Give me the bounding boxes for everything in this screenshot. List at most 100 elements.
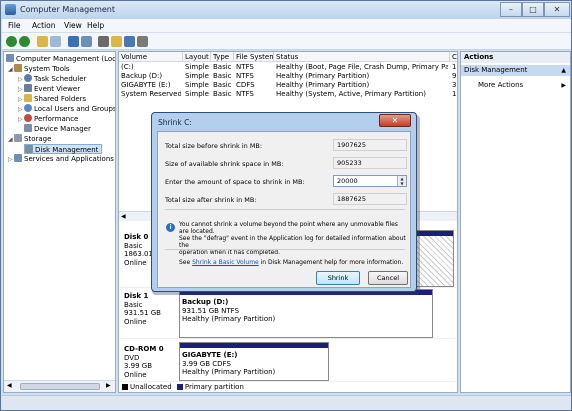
help-icon[interactable] [68,36,79,47]
actions-header: Actions [461,52,570,63]
performance-icon [24,114,32,122]
partition-fs: 3.99 GB CDFS [182,359,231,368]
tree-item-services[interactable]: ▷ Services and Applications [8,154,114,164]
partition-status: Healthy (Primary Partition) [182,368,276,376]
column-capacity[interactable]: C [450,52,457,62]
volume-capacity: 93 [452,72,457,80]
title-bar[interactable]: Computer Management – □ ✕ [1,1,571,19]
help-link[interactable]: Shrink a Basic Volume [192,259,259,266]
scroll-thumb[interactable] [20,383,100,390]
disk-management-icon [25,145,33,153]
partition-status: Healthy (Primary Partition) [182,315,276,323]
cancel-button[interactable]: Cancel [368,271,408,285]
cdrom-0-row[interactable]: CD-ROM 0 DVD 3.99 GB Online GIGABYTE (E:… [120,342,456,382]
info-line: operation when it has completed. [179,249,281,256]
disk-1-status: Online [124,317,147,326]
available-space-value: 905233 [333,157,407,169]
open-icon[interactable] [111,36,122,47]
dialog-close-button[interactable]: ✕ [379,114,411,127]
volume-row[interactable]: GIGABYTE (E:) Simple Basic CDFS Healthy … [119,81,457,90]
tree-item-storage[interactable]: ◢ Storage [8,134,51,144]
scroll-left-icon[interactable]: ◀ [7,382,12,389]
volume-layout: Simple [185,90,209,98]
tree-item-task-scheduler[interactable]: ▷ Task Scheduler [18,74,86,84]
back-icon[interactable] [6,36,17,47]
shrink-button[interactable]: Shrink [316,271,360,285]
disk-1-label: Disk 1 Basic 931.51 GB Online [124,292,178,326]
volume-row[interactable]: (C:) Simple Basic NTFS Healthy (Boot, Pa… [119,63,457,72]
shrink-dialog: Shrink C: ✕ Total size before shrink in … [151,112,417,292]
users-icon [24,104,32,112]
volume-fs: CDFS [236,81,255,89]
disk-icon[interactable] [98,36,109,47]
rescan-icon[interactable] [124,36,135,47]
actions-pane: Actions Disk Management ▲ More Actions ▶ [460,51,571,393]
column-layout[interactable]: Layout [183,52,211,62]
tree-item-system-tools[interactable]: ◢ System Tools [8,64,70,74]
tree-item-root[interactable]: Computer Management (Local [6,54,115,64]
menu-file[interactable]: File [8,21,21,30]
volume-name: Backup (D:) [121,72,163,80]
actions-selected-label: Disk Management [464,66,528,74]
size-after-label: Total size after shrink in MB: [165,196,257,204]
gigabyte-e-partition[interactable]: GIGABYTE (E:) 3.99 GB CDFS Healthy (Prim… [179,342,329,381]
tree-item-disk-management[interactable]: Disk Management [24,144,103,154]
volume-status: Healthy (Boot, Page File, Crash Dump, Pr… [276,63,448,71]
scroll-left-icon[interactable]: ◀ [121,213,126,220]
maximize-button[interactable]: □ [522,2,544,17]
size-before-label: Total size before shrink in MB: [165,142,263,150]
cdrom-0-label: CD-ROM 0 DVD 3.99 GB Online [124,345,178,379]
tree-item-performance[interactable]: ▷ Performance [18,114,78,124]
cdrom-0-name: CD-ROM 0 [124,345,164,353]
tree-item-device-manager[interactable]: Device Manager [24,124,91,134]
scroll-right-icon[interactable]: ▶ [106,382,111,389]
forward-icon[interactable] [19,36,30,47]
status-bar [2,395,571,410]
close-button[interactable]: ✕ [544,2,570,17]
disk-1-size: 931.51 GB [124,309,161,317]
volume-row[interactable]: Backup (D:) Simple Basic NTFS Healthy (P… [119,72,457,81]
volume-fs: NTFS [236,63,254,71]
volume-status: Healthy (Primary Partition) [276,81,370,89]
column-status[interactable]: Status [274,52,450,62]
help-prefix: See [179,259,193,266]
volume-layout: Simple [185,63,209,71]
minimize-button[interactable]: – [500,2,522,17]
volume-layout: Simple [185,81,209,89]
info-icon: i [166,223,175,232]
disk-1-row[interactable]: Disk 1 Basic 931.51 GB Online Backup (D:… [120,289,456,339]
show-hide-tree-icon[interactable] [50,36,61,47]
spinner-icon[interactable]: ▲ ▼ [397,176,406,186]
computer-management-icon [5,4,16,15]
shrink-amount-input[interactable]: 20000 ▲ ▼ [333,175,407,187]
tree-item-shared-folders[interactable]: ▷ Shared Folders [18,94,86,104]
info-message: You cannot shrink a volume beyond the po… [179,221,409,256]
partition-name: Backup (D:) [182,298,229,306]
volume-row[interactable]: System Reserved Simple Basic NTFS Health… [119,90,457,99]
computer-icon [6,54,14,62]
volume-status: Healthy (System, Active, Primary Partiti… [276,90,426,98]
navigation-tree: Computer Management (Local ◢ System Tools… [3,51,116,393]
menu-action[interactable]: Action [32,21,56,30]
up-folder-icon[interactable] [37,36,48,47]
column-type[interactable]: Type [211,52,234,62]
tree-item-local-users[interactable]: ▷ Local Users and Groups [18,104,115,114]
info-line: See the "defrag" event in the Applicatio… [179,235,406,249]
volume-type: Basic [213,81,232,89]
settings-icon[interactable] [137,36,148,47]
column-volume[interactable]: Volume [119,52,183,62]
storage-icon [14,134,22,142]
tree-item-event-viewer[interactable]: ▷ Event Viewer [18,84,80,94]
backup-d-partition[interactable]: Backup (D:) 931.51 GB NTFS Healthy (Prim… [179,289,433,338]
size-before-value: 1907625 [333,139,407,151]
menu-help[interactable]: Help [87,21,104,30]
partition-fs: 931.51 GB NTFS [182,306,240,315]
more-actions[interactable]: More Actions ▶ [461,80,570,91]
volume-type: Basic [213,63,232,71]
actions-disk-management[interactable]: Disk Management ▲ [461,65,570,76]
column-file-system[interactable]: File System [234,52,274,62]
tree-horizontal-scrollbar[interactable]: ◀ ▶ [4,380,115,392]
menu-view[interactable]: View [64,21,82,30]
collapse-up-icon[interactable]: ▲ [561,65,566,76]
properties-icon[interactable] [81,36,92,47]
